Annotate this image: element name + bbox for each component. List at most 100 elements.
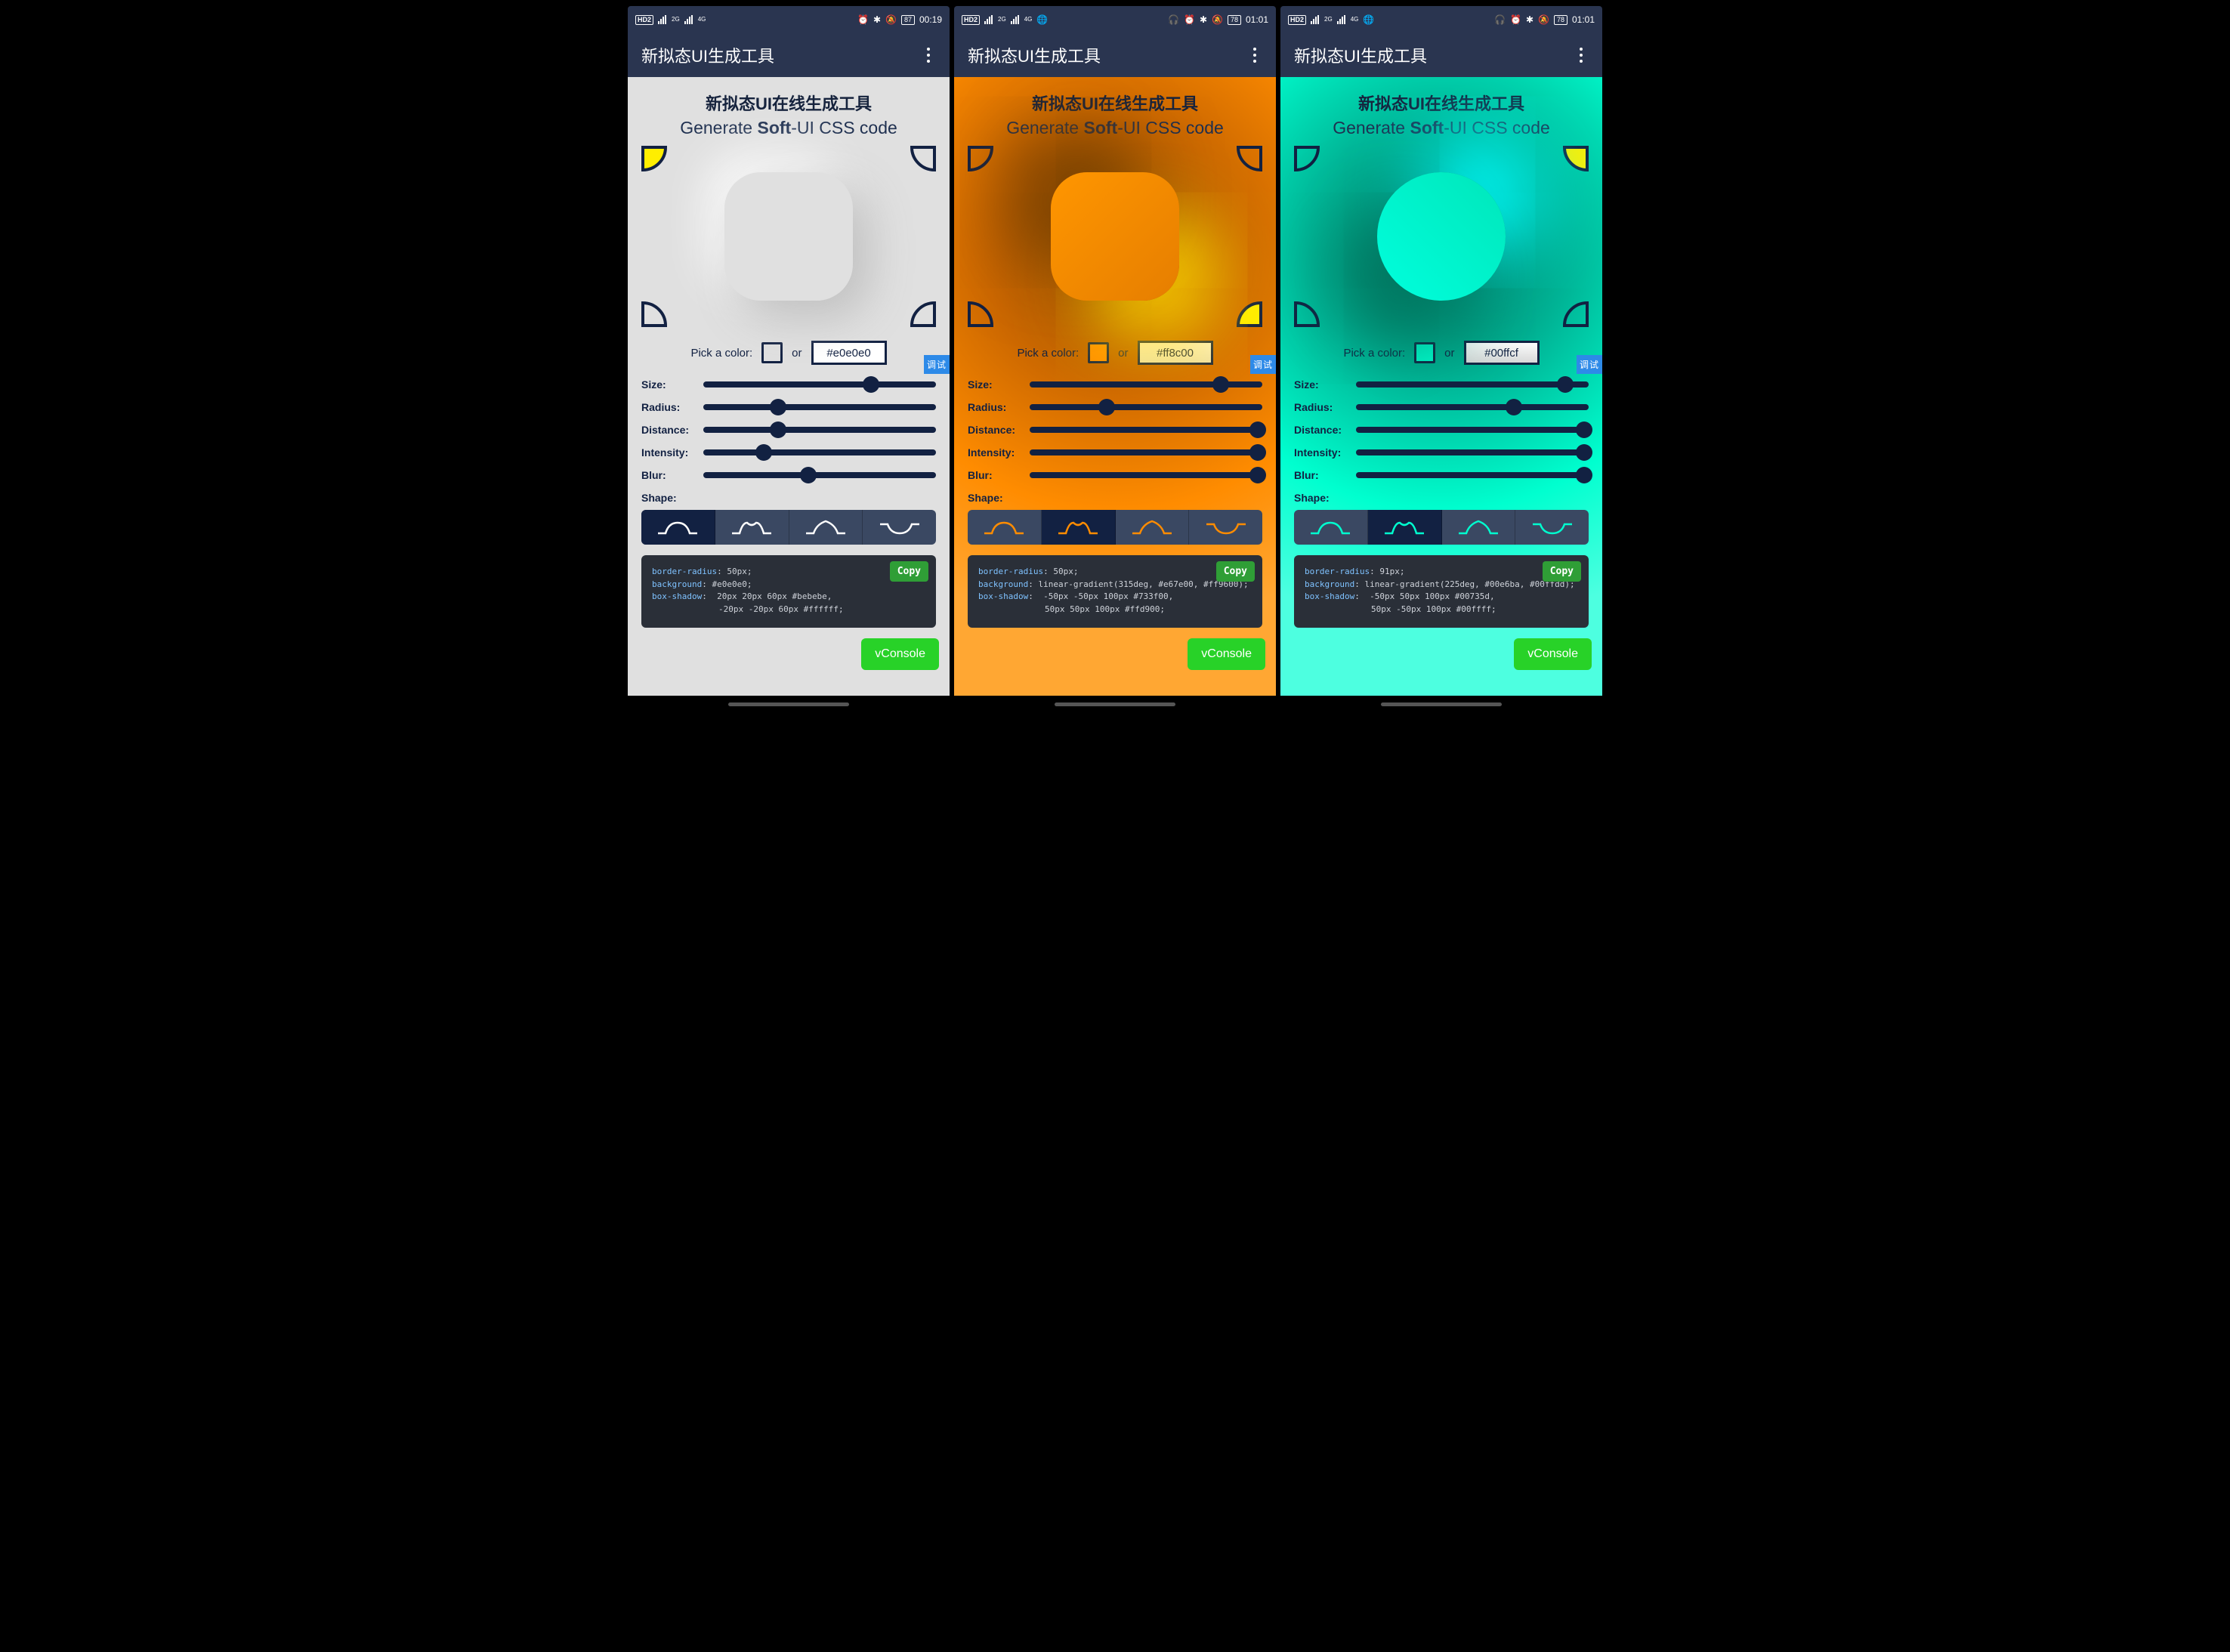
shape-flat-button[interactable] [641,510,715,545]
color-row: Pick a color: or [641,341,936,365]
vconsole-button[interactable]: vConsole [1188,638,1265,670]
hd-badge: HD2 [635,15,653,25]
slider-size-track[interactable] [1356,381,1589,388]
shape-convex-button[interactable] [1116,510,1190,545]
slider-size-track[interactable] [703,381,936,388]
content-area: 新拟态UI在线生成工具 Generate Soft-UI CSS code Pi… [1280,77,1602,696]
slider-distance-track[interactable] [1356,427,1589,433]
status-right: 🎧 ⏰ ✱ 🔕 78 01:01 [1494,14,1595,25]
slider-blur-label: Blur: [641,469,697,481]
slider-blur: Blur: [968,469,1262,481]
slider-size-thumb[interactable] [863,376,879,393]
shape-pressed-button[interactable] [863,510,936,545]
hex-input[interactable] [811,341,887,365]
overflow-menu-button[interactable] [921,46,936,64]
slider-blur-thumb[interactable] [1249,467,1266,483]
debug-button[interactable]: 调试 [924,355,950,374]
alarm-icon: ⏰ [857,14,869,25]
alarm-icon: ⏰ [1510,14,1521,25]
slider-distance-track[interactable] [703,427,936,433]
slider-distance-thumb[interactable] [1249,421,1266,438]
light-corner-tl[interactable] [1294,146,1320,171]
page-title: 新拟态UI在线生成工具 [968,91,1262,115]
slider-size-thumb[interactable] [1212,376,1229,393]
slider-intensity-thumb[interactable] [755,444,772,461]
shape-convex-button[interactable] [1442,510,1516,545]
preview-zone [641,146,936,327]
slider-blur-thumb[interactable] [800,467,817,483]
shape-convex-button[interactable] [789,510,863,545]
app-bar: 新拟态UI生成工具 [954,33,1276,77]
pick-color-label: Pick a color: [1343,347,1405,360]
shape-concave-button[interactable] [1042,510,1116,545]
color-swatch[interactable] [1088,342,1109,363]
light-corner-bl[interactable] [641,301,667,327]
light-corner-bl[interactable] [1294,301,1320,327]
globe-icon: 🌐 [1363,14,1374,25]
copy-button[interactable]: Copy [890,561,928,582]
debug-button[interactable]: 调试 [1250,355,1276,374]
color-swatch[interactable] [1414,342,1435,363]
copy-button[interactable]: Copy [1543,561,1581,582]
slider-size-track[interactable] [1030,381,1262,388]
light-corner-br[interactable] [1563,301,1589,327]
nav-pill[interactable] [728,702,849,706]
slider-intensity-track[interactable] [1030,449,1262,455]
headphones-icon: 🎧 [1494,14,1506,25]
debug-button[interactable]: 调试 [1577,355,1602,374]
slider-blur-track[interactable] [1356,472,1589,478]
light-corner-tl[interactable] [968,146,993,171]
hex-input[interactable] [1464,341,1540,365]
hd-badge: HD2 [1288,15,1306,25]
android-nav-bar [1280,696,1602,712]
slider-blur-thumb[interactable] [1576,467,1592,483]
copy-button[interactable]: Copy [1216,561,1255,582]
overflow-menu-button[interactable] [1574,46,1589,64]
shape-flat-button[interactable] [968,510,1042,545]
light-corner-tr[interactable] [1237,146,1262,171]
slider-radius-track[interactable] [703,404,936,410]
bluetooth-icon: ✱ [873,14,881,25]
slider-radius-thumb[interactable] [770,399,786,415]
shape-pressed-button[interactable] [1189,510,1262,545]
light-corner-br[interactable] [910,301,936,327]
light-corner-tr[interactable] [910,146,936,171]
light-corner-bl[interactable] [968,301,993,327]
nav-pill[interactable] [1055,702,1175,706]
light-corner-tr[interactable] [1563,146,1589,171]
shape-concave-button[interactable] [715,510,789,545]
light-corner-br[interactable] [1237,301,1262,327]
slider-blur-track[interactable] [703,472,936,478]
vconsole-button[interactable]: vConsole [861,638,939,670]
pick-color-label: Pick a color: [690,347,752,360]
vconsole-button[interactable]: vConsole [1514,638,1592,670]
slider-distance-thumb[interactable] [1576,421,1592,438]
color-swatch[interactable] [761,342,783,363]
slider-radius-track[interactable] [1030,404,1262,410]
light-corner-tl[interactable] [641,146,667,171]
slider-radius-track[interactable] [1356,404,1589,410]
slider-distance-thumb[interactable] [770,421,786,438]
slider-intensity-thumb[interactable] [1249,444,1266,461]
hex-input[interactable] [1138,341,1213,365]
color-row: Pick a color: or [1294,341,1589,365]
slider-intensity-thumb[interactable] [1576,444,1592,461]
slider-blur-track[interactable] [1030,472,1262,478]
nav-pill[interactable] [1381,702,1502,706]
slider-radius-thumb[interactable] [1506,399,1522,415]
slider-intensity-track[interactable] [1356,449,1589,455]
signal-2-icon [1337,15,1345,24]
slider-intensity-track[interactable] [703,449,936,455]
overflow-menu-button[interactable] [1247,46,1262,64]
shape-pressed-button[interactable] [1515,510,1589,545]
slider-radius-thumb[interactable] [1098,399,1115,415]
shape-concave-button[interactable] [1368,510,1442,545]
signal-1-label: 2G [1324,17,1333,23]
phone-variant-2: HD2 2G 4G 🌐 🎧 ⏰ ✱ 🔕 78 01:01 新拟态UI生成工具 新… [954,6,1276,712]
slider-size-thumb[interactable] [1557,376,1574,393]
slider-distance-track[interactable] [1030,427,1262,433]
shape-flat-button[interactable] [1294,510,1368,545]
preview-shape [724,172,853,301]
slider-size-label: Size: [641,378,697,391]
slider-intensity-label: Intensity: [1294,446,1350,459]
